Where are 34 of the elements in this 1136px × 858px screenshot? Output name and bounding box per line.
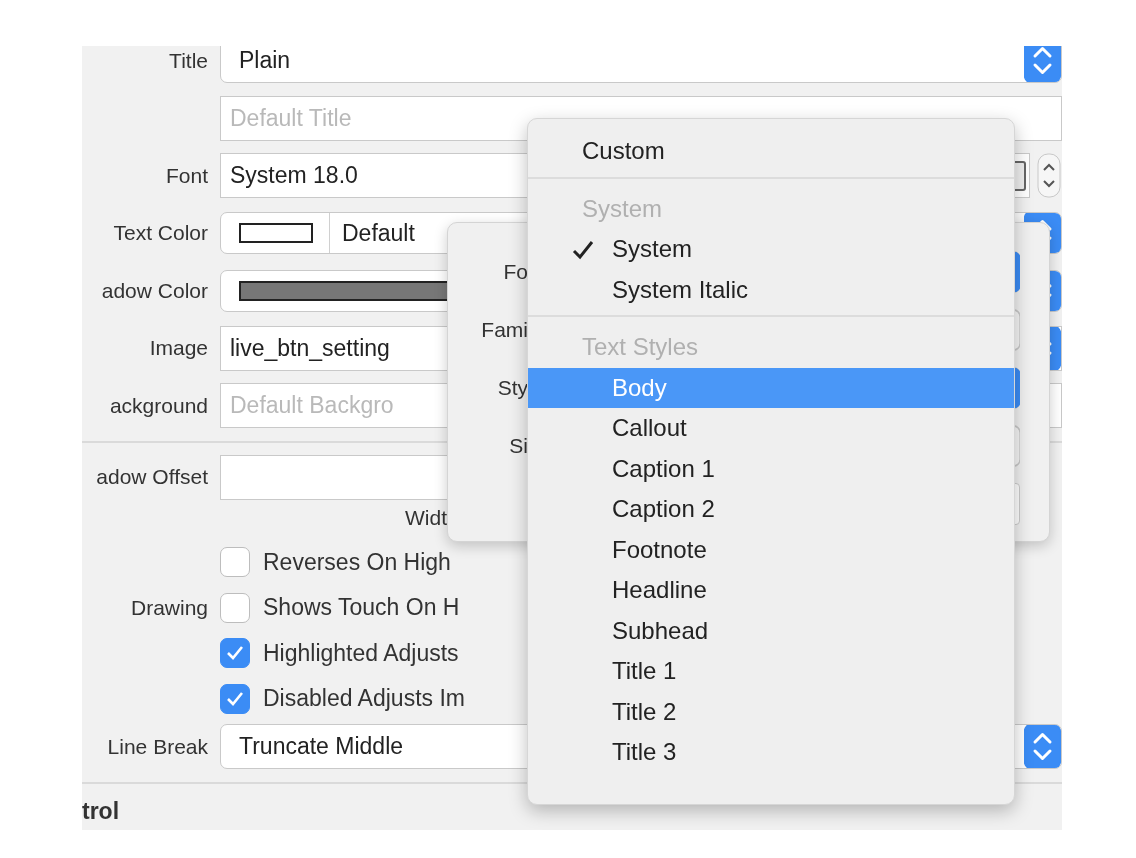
menu-header: Text Styles xyxy=(581,332,700,363)
menu-header: System xyxy=(581,193,663,224)
menu-item[interactable]: Footnote xyxy=(528,529,1014,570)
field-label: ackground xyxy=(108,393,209,418)
checkbox-label: Highlighted Adjusts xyxy=(263,639,459,667)
menu-item[interactable]: Subhead xyxy=(528,610,1014,651)
field-label: Title xyxy=(168,48,209,73)
menu-item[interactable]: Custom xyxy=(528,131,1014,172)
field-label: Text Color xyxy=(112,221,209,245)
field-label: Drawing xyxy=(129,595,209,620)
menu-item[interactable]: System Italic xyxy=(528,269,1014,310)
menu-item[interactable]: Caption 1 xyxy=(528,448,1014,489)
field-label: Sty xyxy=(496,376,528,400)
menu-item[interactable]: System xyxy=(528,229,1014,270)
field-label: adow Color xyxy=(100,278,209,303)
field-label: Line Break xyxy=(106,734,209,759)
checkbox-label: Shows Touch On H xyxy=(263,594,460,621)
field-label: Si xyxy=(508,434,528,458)
menu-item[interactable]: Headline xyxy=(528,570,1014,611)
checkbox-label: Reverses On High xyxy=(263,548,451,576)
menu-item[interactable]: Callout xyxy=(528,408,1014,449)
field-label: Font xyxy=(164,163,209,188)
menu-item[interactable]: Title 2 xyxy=(528,691,1014,732)
menu-item[interactable]: Caption 2 xyxy=(528,489,1014,530)
popup-button[interactable]: Plain xyxy=(220,46,1062,83)
section-title: trol xyxy=(82,797,120,825)
menu-item[interactable]: Title 3 xyxy=(528,732,1014,773)
field-label: Fo xyxy=(502,260,528,284)
menu-item[interactable]: Title 1 xyxy=(528,651,1014,692)
field-label: Fami xyxy=(480,318,528,342)
checkbox-label: Disabled Adjusts Im xyxy=(263,685,465,712)
field-caption: Widt xyxy=(404,505,447,530)
field-label: adow Offset xyxy=(95,465,209,489)
field-label: Image xyxy=(148,336,209,360)
